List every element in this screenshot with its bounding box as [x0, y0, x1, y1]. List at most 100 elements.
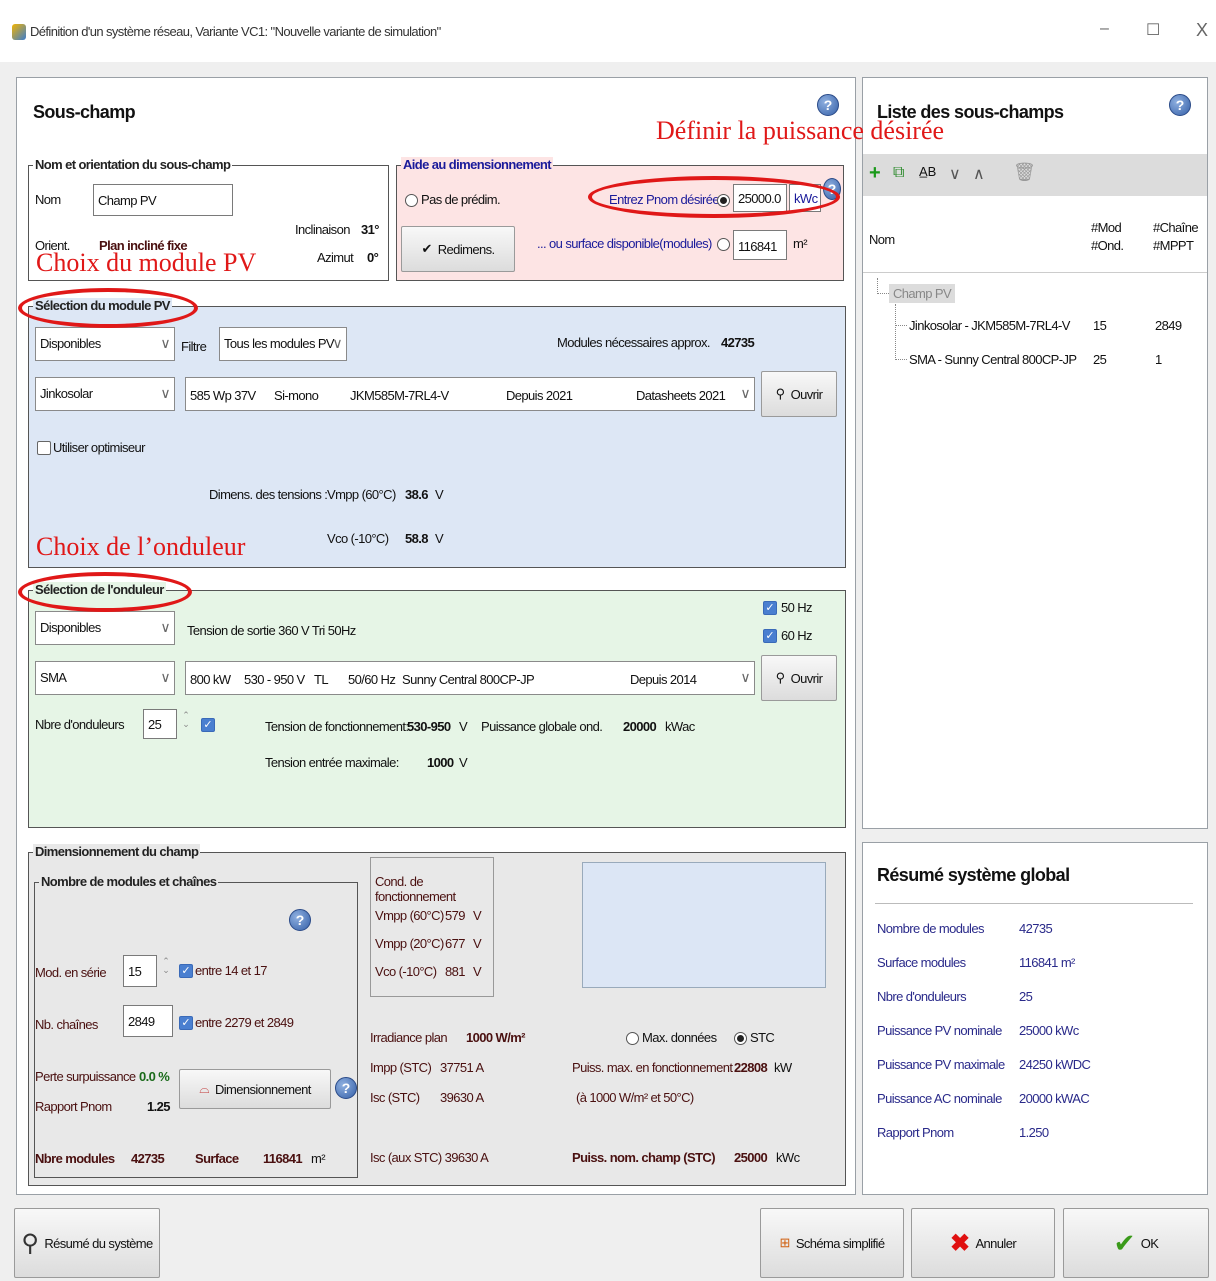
inverter-open-button[interactable]: ⚲ Ouvrir: [761, 655, 837, 701]
subfield-title: Sous-champ: [33, 102, 136, 122]
isc-label: Isc (STC): [370, 1090, 420, 1105]
array-sizing-legend: Dimensionnement du champ: [33, 844, 201, 859]
pnom-field-value: 25000: [734, 1150, 768, 1165]
dimensioning-help-icon[interactable]: ?: [335, 1077, 357, 1099]
op-voltage-label: Tension de fonctionnement:: [265, 719, 409, 734]
summary-row-value: 42735: [1019, 921, 1053, 936]
magnifier-icon: ⚲: [775, 670, 786, 685]
ratio-label: Rapport Pnom: [35, 1099, 112, 1114]
col-name-header: Nom: [869, 232, 895, 247]
tree-row-name[interactable]: SMA - Sunny Central 800CP-JP: [909, 352, 1077, 367]
strings-label: Nb. chaînes: [35, 1017, 98, 1032]
move-up-icon[interactable]: ∧: [973, 164, 985, 184]
simplified-schema-button[interactable]: ⊞ Schéma simplifié: [760, 1208, 904, 1278]
series-range-checkbox[interactable]: ✓: [179, 964, 193, 978]
redimens-button[interactable]: ✔ Redimens.: [401, 226, 515, 272]
summary-row-value: 25000 kWc: [1019, 1023, 1079, 1038]
inverter-model-select[interactable]: 800 kW 530 - 950 V TL 50/60 Hz Sunny Cen…: [185, 661, 755, 695]
inverter-manufacturer-select[interactable]: SMA ∨: [35, 661, 175, 695]
series-input[interactable]: 15: [123, 955, 157, 987]
cond-row-unit: V: [473, 936, 482, 951]
tree-row-b: 1: [1155, 352, 1162, 367]
azimut-label: Azimut: [317, 250, 354, 265]
surface-label: ... ou surface disponible(modules): [537, 236, 712, 251]
array-help-icon[interactable]: ?: [289, 909, 311, 931]
surface-total-value: 116841: [263, 1151, 303, 1166]
stc-radio[interactable]: [734, 1032, 747, 1045]
irradiance-label: Irradiance plan: [370, 1030, 448, 1045]
cancel-button[interactable]: ✖ Annuler: [911, 1208, 1055, 1278]
tree-root[interactable]: Champ PV: [889, 284, 956, 303]
summary-divider: [875, 903, 1193, 904]
strings-range-checkbox[interactable]: ✓: [179, 1016, 193, 1030]
close-button[interactable]: X: [1196, 20, 1208, 41]
surface-input[interactable]: 116841: [733, 230, 787, 260]
module-availability-select[interactable]: Disponibles ∨: [35, 327, 175, 361]
output-voltage-label: Tension de sortie 360 V Tri 50Hz: [187, 623, 356, 638]
add-icon[interactable]: +: [869, 162, 881, 185]
delete-icon[interactable]: 🗑: [1013, 162, 1036, 183]
module-model-select[interactable]: 585 Wp 37V Si-mono JKM585M-7RL4-V Depuis…: [185, 377, 755, 411]
maximize-button[interactable]: ☐: [1146, 20, 1160, 40]
no-presizing-radio[interactable]: [405, 194, 418, 207]
chevron-down-icon: ∨: [332, 335, 342, 351]
isc-aux-label: Isc (aux STC) 39630 A: [370, 1150, 489, 1165]
annotation-ellipse-pnom: [588, 176, 840, 218]
annotation-puissance: Définir la puissance désirée: [656, 116, 945, 145]
tree-row-name[interactable]: Jinkosolar - JKM585M-7RL4-V: [909, 318, 1070, 333]
summary-row-label: Puissance PV nominale: [877, 1023, 1002, 1038]
subfield-help-icon[interactable]: ?: [817, 94, 839, 116]
max-data-radio[interactable]: [626, 1032, 639, 1045]
hz50-checkbox[interactable]: ✓: [763, 601, 777, 615]
inverter-count-checkbox[interactable]: ✓: [201, 718, 215, 732]
gauge-icon: ⌓: [199, 1081, 209, 1096]
rename-icon[interactable]: A̲B: [919, 164, 936, 179]
title-bar: Définition d'un système réseau, Variante…: [0, 0, 1216, 62]
duplicate-icon[interactable]: ⧉: [893, 164, 904, 182]
check-icon: ✔: [1113, 1227, 1136, 1258]
op-voltage-unit: V: [459, 719, 468, 734]
surface-radio[interactable]: [717, 238, 730, 251]
dimensioning-button[interactable]: ⌓ Dimensionnement: [179, 1069, 331, 1109]
summary-row-label: Puissance PV maximale: [877, 1057, 1005, 1072]
annotation-ellipse-module: [18, 288, 198, 328]
surface-unit: m²: [793, 236, 808, 251]
summary-row-value: 24250 kWDC: [1019, 1057, 1091, 1072]
inverter-count-input[interactable]: 25: [143, 709, 177, 739]
vco-unit: V: [435, 531, 444, 546]
cond-title: Cond. de fonctionnement: [375, 874, 456, 904]
module-open-button[interactable]: ⚲ Ouvrir: [761, 371, 837, 417]
global-power-label: Puissance globale ond.: [481, 719, 603, 734]
vmpp-label: Vmpp (60°C): [327, 487, 396, 502]
cond-row-label: Vmpp (20°C): [375, 936, 444, 951]
schema-icon: ⊞: [779, 1235, 791, 1250]
inclinaison-label: Inclinaison: [295, 222, 350, 237]
sizing-help-legend: Aide au dimensionnement: [401, 157, 554, 172]
subfields-list-help-icon[interactable]: ?: [1169, 94, 1191, 116]
max-input-unit: V: [459, 755, 468, 770]
inverter-count-spinner[interactable]: ⌃ ⌄: [179, 711, 193, 729]
inverter-count-label: Nbre d'onduleurs: [35, 717, 125, 732]
summary-title: Résumé système global: [877, 865, 1070, 885]
window-title: Définition d'un système réseau, Variante…: [30, 24, 441, 39]
optimizer-checkbox[interactable]: [37, 441, 51, 455]
module-filter-select[interactable]: Tous les modules PV ∨: [219, 327, 347, 361]
strings-range-label: entre 2279 et 2849: [195, 1015, 294, 1030]
hz60-checkbox[interactable]: ✓: [763, 629, 777, 643]
cond-row-unit: V: [473, 908, 482, 923]
move-down-icon[interactable]: ∨: [949, 164, 961, 184]
name-input[interactable]: Champ PV: [93, 184, 233, 216]
inverter-availability-select[interactable]: Disponibles ∨: [35, 611, 175, 645]
series-spinner[interactable]: ⌃ ⌄: [159, 957, 173, 975]
ok-button[interactable]: ✔ OK: [1063, 1208, 1209, 1278]
minimize-button[interactable]: –: [1100, 20, 1109, 38]
cond-row-unit: V: [473, 964, 482, 979]
chart-area: [582, 862, 826, 988]
app-icon: [12, 24, 26, 40]
summary-panel: Résumé système global Nombre de modules 4…: [862, 842, 1208, 1195]
module-manufacturer-select[interactable]: Jinkosolar ∨: [35, 377, 175, 411]
impp-value: 37751 A: [440, 1060, 484, 1075]
strings-input[interactable]: 2849: [123, 1005, 173, 1037]
system-summary-button[interactable]: ⚲ Résumé du système: [14, 1208, 160, 1278]
irradiance-value: 1000 W/m²: [466, 1030, 526, 1045]
